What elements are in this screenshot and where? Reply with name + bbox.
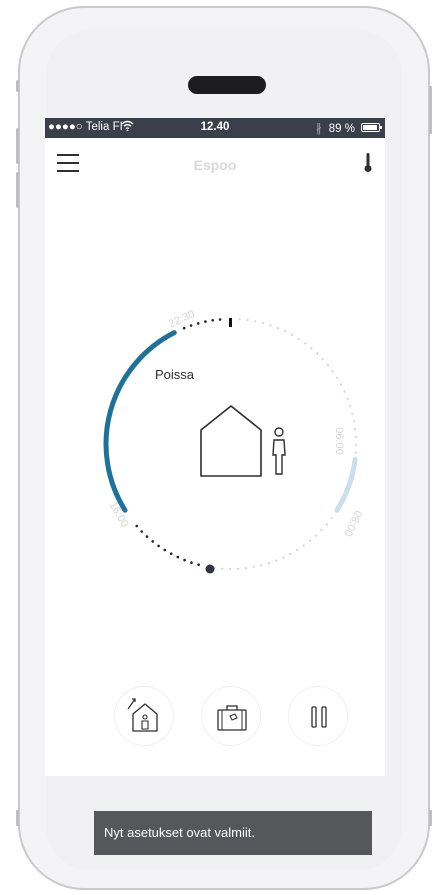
- phone-speaker: [188, 76, 266, 94]
- thermometer-icon[interactable]: [361, 152, 375, 174]
- pause-button[interactable]: [288, 686, 348, 746]
- status-right: ∦ 89 %: [316, 121, 355, 135]
- arrive-home-button[interactable]: [114, 686, 174, 746]
- status-bar: ●●●●○ Telia FI 12.40 ∦ 89 %: [45, 118, 385, 138]
- bluetooth-icon: ∦: [315, 123, 322, 135]
- travel-button[interactable]: [201, 686, 261, 746]
- phone-side-button: [16, 80, 19, 92]
- phone-side-button: [429, 810, 432, 826]
- phone-side-button: [16, 810, 19, 826]
- toast-message: Nyt asetukset ovat valmiit.: [94, 811, 372, 855]
- suitcase-icon: [217, 705, 247, 731]
- battery-fill: [363, 125, 377, 130]
- nav-bar: Espoo: [45, 138, 385, 190]
- page-title: Espoo: [193, 157, 237, 173]
- phone-side-button: [429, 86, 432, 134]
- mode-label: Poissa: [155, 367, 195, 382]
- phone-side-button: [16, 128, 19, 164]
- menu-line: [57, 154, 79, 156]
- battery-percent: 89 %: [328, 123, 355, 135]
- phone-side-button: [16, 172, 19, 208]
- battery-icon: [361, 123, 382, 132]
- app-screen: ●●●●○ Telia FI 12.40 ∦ 89 % Espoo: [45, 118, 385, 776]
- arrive-home-icon: [127, 698, 158, 732]
- pause-icon: [311, 706, 327, 728]
